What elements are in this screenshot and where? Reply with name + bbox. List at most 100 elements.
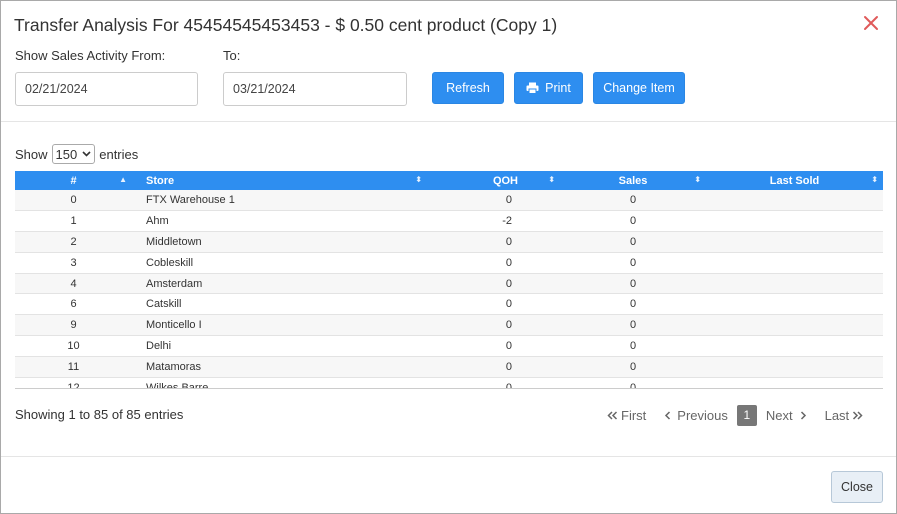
cell-qoh: 0: [505, 381, 512, 389]
column-header-label: Sales: [618, 174, 648, 187]
cell-number: 3: [70, 256, 77, 269]
column-header-number[interactable]: # ▲: [15, 171, 132, 190]
first-page-label: First: [621, 407, 647, 423]
sort-arrows-icon: ⬍: [548, 175, 555, 184]
cell-number: 9: [70, 319, 77, 332]
table-row[interactable]: 6 Catskill 0 0: [15, 293, 883, 315]
table-row[interactable]: 12 Wilkes Barre 0 0: [15, 377, 883, 389]
table-row[interactable]: 2 Middletown 0 0: [15, 231, 883, 253]
cell-number: 0: [70, 194, 77, 207]
cell-sales: 0: [629, 235, 637, 248]
cell-store: Catskill: [146, 298, 182, 311]
double-chevron-left-icon: [607, 410, 618, 420]
printer-icon: [526, 82, 539, 94]
chevron-right-icon: [800, 410, 806, 420]
cell-store: Cobleskill: [146, 256, 194, 269]
last-page-label: Last: [824, 407, 850, 423]
cell-qoh: 0: [505, 339, 512, 352]
from-date-input[interactable]: 02/21/2024: [15, 72, 198, 106]
sort-arrows-icon: ⬍: [871, 175, 878, 184]
refresh-button-label: Refresh: [446, 81, 490, 95]
next-page-label: Next: [765, 407, 793, 423]
footer-divider: [1, 456, 896, 457]
from-date-label: Show Sales Activity From:: [15, 48, 166, 63]
table-row[interactable]: 9 Monticello I 0 0: [15, 314, 883, 336]
cell-store: Amsterdam: [146, 277, 203, 290]
cell-number: 6: [70, 298, 77, 311]
cell-last-sold: [706, 336, 883, 357]
column-header-sales[interactable]: Sales ⬍: [560, 171, 706, 190]
entries-select[interactable]: 150: [51, 144, 96, 164]
cell-number: 2: [70, 235, 77, 248]
table-row[interactable]: 3 Cobleskill 0 0: [15, 252, 883, 274]
cell-qoh: 0: [505, 298, 512, 311]
table-row[interactable]: 11 Matamoras 0 0: [15, 356, 883, 378]
next-page-button[interactable]: Next: [766, 408, 807, 423]
cell-store: Delhi: [146, 339, 172, 352]
entries-selected-value: 150: [55, 146, 78, 162]
cell-store: Monticello I: [146, 319, 202, 332]
modal-title: Transfer Analysis For 45454545453453 - $…: [14, 15, 558, 35]
cell-qoh: 0: [505, 277, 512, 290]
transfer-table-container[interactable]: # ▲ Store ⬍ QOH ⬍ Sales ⬍ Last Sold ⬍ 0 FTX Wa…: [15, 171, 883, 389]
cell-last-sold: [706, 315, 883, 336]
to-date-label: To:: [223, 48, 241, 63]
cell-qoh: 0: [505, 256, 512, 269]
entries-label: entries: [99, 146, 139, 162]
table-row[interactable]: 0 FTX Warehouse 1 0 0: [15, 190, 883, 211]
column-header-label: QOH: [492, 174, 518, 187]
cell-number: 11: [67, 360, 80, 373]
transfer-analysis-modal: Transfer Analysis For 45454545453453 - $…: [0, 0, 897, 514]
table-header-row: # ▲ Store ⬍ QOH ⬍ Sales ⬍ Last Sold ⬍: [15, 171, 883, 190]
cell-sales: 0: [629, 298, 637, 311]
sort-asc-icon: ▲: [119, 175, 127, 184]
column-header-qoh[interactable]: QOH ⬍: [427, 171, 560, 190]
first-page-button[interactable]: First: [607, 408, 646, 423]
cell-last-sold: [706, 377, 883, 388]
show-entries-control: Show 150 entries: [15, 144, 138, 164]
header-divider: [1, 121, 896, 122]
modal-header: Transfer Analysis For 45454545453453 - $…: [1, 1, 896, 51]
column-header-last-sold[interactable]: Last Sold ⬍: [706, 171, 883, 190]
refresh-button[interactable]: Refresh: [432, 72, 504, 104]
print-button-label: Print: [545, 81, 571, 95]
change-item-button[interactable]: Change Item: [593, 72, 685, 104]
cell-qoh: -2: [502, 215, 512, 228]
cell-last-sold: [706, 294, 883, 315]
print-button[interactable]: Print: [514, 72, 583, 104]
column-header-label: Store: [146, 174, 175, 187]
cell-last-sold: [706, 190, 883, 211]
previous-page-button[interactable]: Previous: [664, 408, 728, 423]
cell-qoh: 0: [505, 235, 512, 248]
current-page-button[interactable]: 1: [736, 404, 757, 426]
sort-arrows-icon: ⬍: [415, 175, 422, 184]
chevron-down-icon: [82, 149, 91, 159]
cell-number: 1: [70, 215, 77, 228]
cell-last-sold: [706, 211, 883, 232]
column-header-label: #: [70, 174, 77, 187]
cell-store: Middletown: [146, 235, 202, 248]
table-row[interactable]: 10 Delhi 0 0: [15, 335, 883, 357]
cell-sales: 0: [629, 194, 637, 207]
cell-last-sold: [706, 273, 883, 294]
cell-number: 4: [70, 277, 77, 290]
cell-store: Wilkes Barre: [146, 381, 209, 389]
sort-arrows-icon: ⬍: [694, 175, 701, 184]
close-button[interactable]: Close: [831, 471, 883, 503]
transfer-table: # ▲ Store ⬍ QOH ⬍ Sales ⬍ Last Sold ⬍ 0 FTX Wa…: [15, 171, 883, 389]
double-chevron-right-icon: [853, 410, 863, 420]
column-header-store[interactable]: Store ⬍: [132, 171, 427, 190]
last-page-button[interactable]: Last: [825, 408, 864, 423]
table-info-text: Showing 1 to 85 of 85 entries: [15, 407, 184, 422]
to-date-input[interactable]: 03/21/2024: [223, 72, 407, 106]
pagination: First Previous 1 Next Last: [607, 404, 863, 426]
table-row[interactable]: 4 Amsterdam 0 0: [15, 273, 883, 294]
cell-sales: 0: [629, 277, 637, 290]
cell-store: Matamoras: [146, 360, 202, 373]
cell-store: FTX Warehouse 1: [146, 194, 235, 207]
cell-last-sold: [706, 356, 883, 377]
table-row[interactable]: 1 Ahm -2 0: [15, 210, 883, 232]
close-x-icon[interactable]: [862, 14, 880, 32]
cell-sales: 0: [629, 381, 637, 389]
cell-qoh: 0: [505, 360, 512, 373]
